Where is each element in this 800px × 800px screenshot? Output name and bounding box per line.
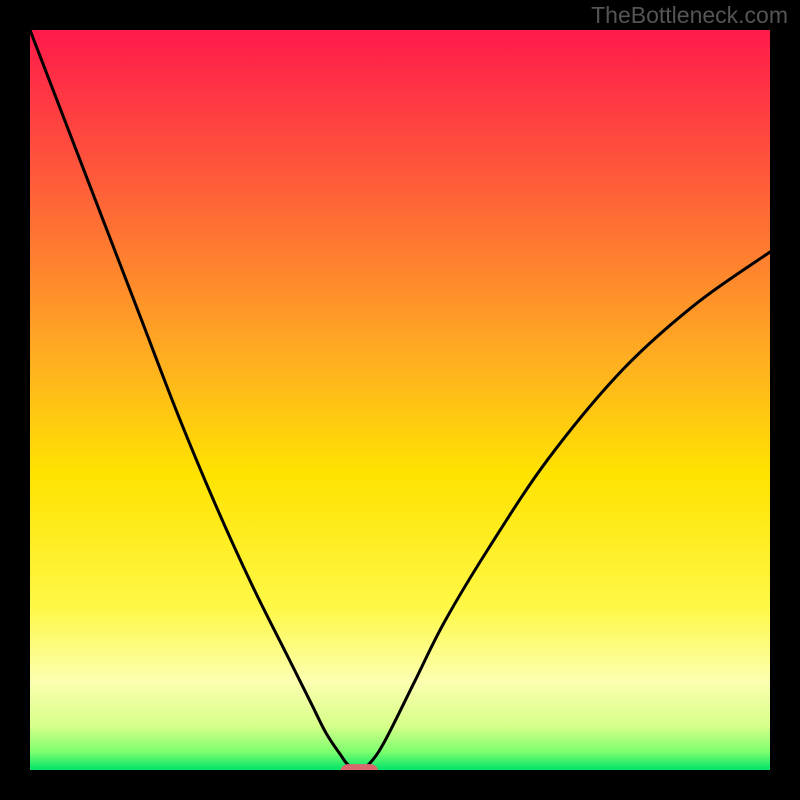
chart-frame — [30, 30, 770, 770]
watermark-text: TheBottleneck.com — [591, 2, 788, 29]
optimal-point-marker — [341, 764, 378, 770]
bottleneck-chart — [30, 30, 770, 770]
chart-background — [30, 30, 770, 770]
